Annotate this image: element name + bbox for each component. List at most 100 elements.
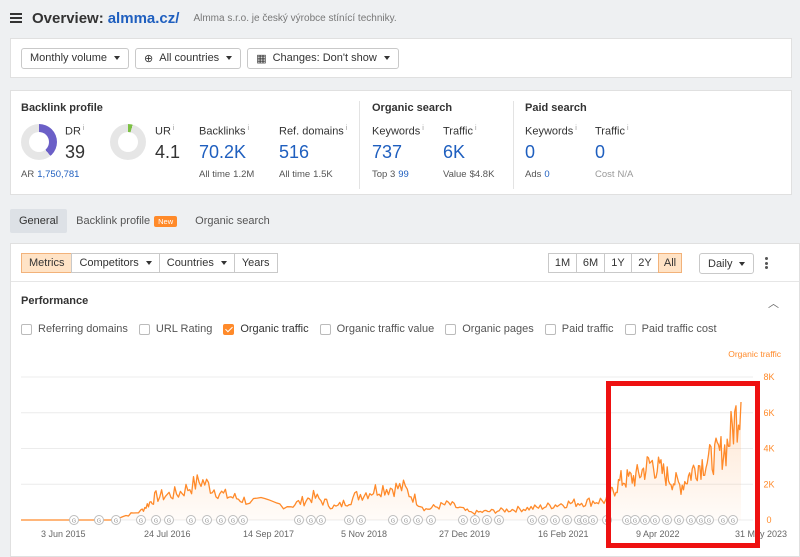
checkbox-paid-traffic-cost[interactable]: Paid traffic cost [624,323,717,335]
organic-traffic-label-text: Traffic [443,125,473,138]
performance-title: Performance [21,295,89,307]
performance-panel: Metrics Competitors Countries Years 1M 6M… [10,243,800,557]
annotation-marker-glyph: G [473,519,477,525]
checkbox-referring-domains[interactable]: Referring domains [21,323,128,335]
info-icon[interactable]: i [83,125,85,132]
annotation-marker-glyph: G [653,519,657,525]
countries-toggle-dropdown[interactable]: Countries [158,253,235,273]
y-tick-label: 0 [766,515,771,525]
info-icon[interactable]: i [575,125,577,132]
metrics-summary: Backlink profile DR i 39 AR 1,750,781 UR i … [10,90,792,195]
annotation-marker-glyph: G [707,519,711,525]
competitors-dropdown[interactable]: Competitors [71,253,160,273]
top3-value[interactable]: 99 [398,169,409,180]
collapse-chevron-icon[interactable]: ︿ [768,295,779,311]
checkbox-box[interactable] [544,323,556,335]
paid-traffic-label: Traffic i [595,125,629,138]
traffic-value-label: Value [443,169,467,180]
annotation-marker-glyph: G [97,519,101,525]
checkbox-box[interactable] [319,323,331,335]
checkbox-box[interactable] [445,323,457,335]
paid-keywords-label: Keywords i [525,125,577,138]
years-button[interactable]: Years [233,253,278,273]
annotation-marker-glyph: G [485,519,489,525]
chevron-down-icon [114,56,121,60]
organic-traffic-chart: 0 2K 4K 6K 8K 3 Jun 2015 24 Jul 2016 14 Sep 201… [21,349,787,539]
range-button-1y[interactable]: 1Y [604,253,632,273]
globe-icon: ⊕ [144,52,154,65]
ads-value[interactable]: 0 [544,169,549,180]
ar-value[interactable]: 1,750,781 [37,169,79,180]
range-button-2y[interactable]: 2Y [631,253,659,273]
range-button-1m[interactable]: 1M [548,253,577,273]
tab-organic-search[interactable]: Organic search [186,209,279,233]
divider [359,101,360,189]
annotation-marker-glyph: G [731,519,735,525]
competitors-label: Competitors [79,257,139,269]
annotation-marker-glyph: G [721,519,725,525]
tab-general[interactable]: General [10,209,68,233]
ur-label-text: UR [155,125,171,138]
divider [11,281,799,282]
backlinks-alltime: All time 1.2M [199,169,254,180]
info-icon[interactable]: i [627,125,629,132]
countries-dropdown[interactable]: ⊕ All countries [135,47,242,69]
checkbox-organic-traffic-value[interactable]: Organic traffic value [319,323,434,335]
checkbox-box[interactable] [138,323,150,335]
range-button-all[interactable]: All [658,253,682,273]
organic-traffic-value[interactable]: 6K [443,142,465,163]
checkbox-url-rating[interactable]: URL Rating [138,323,212,335]
checkbox-box[interactable] [624,323,636,335]
backlinks-label: Backlinks i [199,125,249,138]
paid-traffic-value[interactable]: 0 [595,142,605,163]
annotation-marker-glyph: G [297,519,301,525]
domain-description: Almma s.r.o. je český výrobce stínící te… [193,12,397,24]
checkbox-box[interactable] [223,323,235,335]
countries-toggle-label: Countries [166,257,214,269]
metrics-button[interactable]: Metrics [21,253,73,273]
annotation-marker-glyph: G [167,519,171,525]
dr-label-text: DR [65,125,81,138]
info-icon[interactable]: i [173,125,175,132]
volume-dropdown[interactable]: Monthly volume [21,47,130,69]
annotation-marker-glyph: G [309,519,313,525]
organic-keywords-value[interactable]: 737 [372,142,402,163]
changes-dropdown[interactable]: ▦ Changes: Don't show [247,47,399,69]
new-badge: New [154,215,178,227]
info-icon[interactable]: i [346,125,348,132]
checkbox-label: Organic pages [462,323,534,335]
info-icon[interactable]: i [475,125,477,132]
granularity-dropdown[interactable]: Daily [699,253,755,274]
annotation-marker-glyph: G [241,519,245,525]
annotation-marker-glyph: G [689,519,693,525]
ar-row: AR 1,750,781 [21,169,79,180]
series-name-label: Organic traffic [728,349,782,359]
domain-link[interactable]: almma.cz/ [108,10,180,27]
refdomains-alltime-value: 1.5K [313,169,333,180]
checkbox-organic-pages[interactable]: Organic pages [445,323,534,335]
checkbox-label: Referring domains [38,323,128,335]
checkbox-label: Paid traffic cost [641,323,717,335]
backlink-profile-heading: Backlink profile [21,102,103,114]
backlinks-label-text: Backlinks [199,125,246,138]
more-options-icon[interactable] [765,257,768,269]
annotation-marker-glyph: G [643,519,647,525]
checkbox-organic-traffic[interactable]: Organic traffic [223,323,309,335]
range-button-6m[interactable]: 6M [576,253,605,273]
refdomains-value[interactable]: 516 [279,142,309,163]
metric-checkboxes: Referring domains URL Rating Organic traff… [21,323,728,335]
info-icon[interactable]: i [247,125,249,132]
tab-backlink-profile-label: Backlink profile [76,215,151,227]
annotation-marker-glyph: G [625,519,629,525]
menu-icon[interactable] [10,13,22,23]
tab-backlink-profile[interactable]: Backlink profile New [67,209,186,233]
annotation-marker-glyph: G [139,519,143,525]
backlinks-value[interactable]: 70.2K [199,142,246,163]
checkbox-box[interactable] [21,323,32,335]
info-icon[interactable]: i [422,125,424,132]
checkbox-paid-traffic[interactable]: Paid traffic [544,323,614,335]
paid-keywords-value[interactable]: 0 [525,142,535,163]
annotation-marker-glyph: G [359,519,363,525]
y-tick-label: 2K [763,479,774,489]
annotation-marker-glyph: G [583,519,587,525]
